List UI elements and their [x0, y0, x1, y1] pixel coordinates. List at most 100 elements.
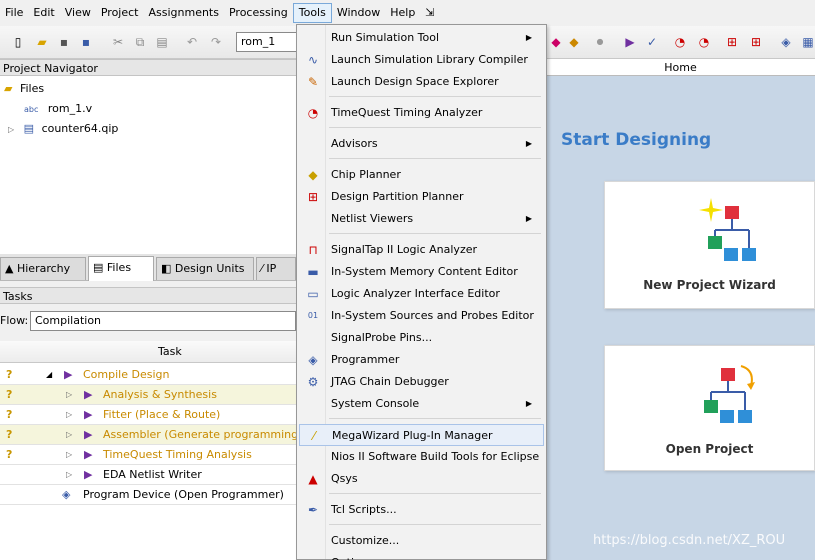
menu-item-system-console[interactable]: System Console ▶ — [299, 393, 544, 415]
home-tab[interactable]: Home — [546, 59, 815, 76]
task-row[interactable]: ▷ ▶ EDA Netlist Writer — [0, 465, 296, 485]
whats-this-icon[interactable]: ⇲ — [420, 3, 439, 23]
menu-assignments[interactable]: Assignments — [143, 3, 224, 23]
menu-item-design-partition-planner[interactable]: ⊞ Design Partition Planner — [299, 186, 544, 208]
entity-combo[interactable]: rom_1 — [236, 32, 298, 52]
menu-window[interactable]: Window — [332, 3, 385, 23]
timing-icon[interactable]: ◔ — [672, 34, 688, 50]
tab-design-units[interactable]: ◧ Design Units — [156, 257, 254, 280]
tab-label: Files — [106, 261, 132, 274]
menu-item-advisors[interactable]: Advisors ▶ — [299, 133, 544, 155]
task-row[interactable]: ◈ Program Device (Open Programmer) — [0, 485, 296, 505]
play-task-icon[interactable]: ▶ — [84, 405, 92, 425]
play-task-icon[interactable]: ▶ — [84, 425, 92, 445]
menu-view[interactable]: View — [60, 3, 96, 23]
task-row[interactable]: ? ▷ ▶ Assembler (Generate programming fi… — [0, 425, 328, 445]
column-header-task[interactable]: Task — [158, 345, 182, 358]
expand-arrow-icon[interactable]: ▷ — [66, 405, 72, 425]
redo-icon[interactable]: ↷ — [208, 34, 224, 50]
menu-tools[interactable]: Tools — [292, 3, 332, 23]
save-icon[interactable]: ▪ — [56, 34, 72, 50]
save-all-icon[interactable]: ▪ — [78, 34, 94, 50]
assembler-icon[interactable]: ◆ — [566, 34, 582, 50]
ip-icon: ⁄ — [261, 262, 263, 275]
play-task-icon[interactable]: ▶ — [84, 445, 92, 465]
menu-item-chip-planner[interactable]: ◆ Chip Planner — [299, 164, 544, 186]
menu-item-timequest-timing-analyzer[interactable]: ◔ TimeQuest Timing Analyzer — [299, 102, 544, 124]
menu-processing[interactable]: Processing — [224, 3, 293, 23]
design-units-icon: ◧ — [161, 262, 172, 275]
tree-item-files[interactable]: ▰ Files — [4, 80, 44, 98]
cut-icon[interactable]: ✂ — [110, 34, 126, 50]
expand-arrow-icon[interactable]: ▷ — [66, 445, 72, 465]
menu-item-label: Programmer — [331, 353, 400, 366]
menu-item-run-simulation-tool[interactable]: Run Simulation Tool ▶ — [299, 27, 544, 49]
task-label: Analysis & Synthesis — [103, 388, 217, 401]
programmer-tool-icon[interactable]: ◈ — [778, 34, 794, 50]
hierarchy-icon: ▲ — [5, 262, 14, 275]
stop-icon[interactable]: ● — [592, 34, 608, 50]
menu-item-label: Advisors — [331, 137, 378, 150]
menu-edit[interactable]: Edit — [28, 3, 59, 23]
menu-file[interactable]: File — [0, 3, 28, 23]
menu-item-logic-analyzer-interface[interactable]: ▭ Logic Analyzer Interface Editor — [299, 283, 544, 305]
expand-arrow-icon[interactable]: ▷ — [66, 465, 72, 485]
task-row[interactable]: ? ▷ ▶ TimeQuest Timing Analysis — [0, 445, 296, 465]
compile-tool-icon[interactable]: ◆ — [548, 34, 564, 50]
menu-item-simulation-library-compiler[interactable]: ∿ Launch Simulation Library Compiler — [299, 49, 544, 71]
open-project-label: Open Project — [665, 442, 754, 456]
open-project-card[interactable]: Open Project — [604, 345, 815, 471]
status-question-icon: ? — [6, 368, 13, 381]
analysis-icon[interactable]: ✓ — [644, 34, 660, 50]
expand-arrow-icon[interactable]: ▷ — [66, 385, 72, 405]
menu-item-memory-content-editor[interactable]: ▬ In-System Memory Content Editor — [299, 261, 544, 283]
netlist-icon[interactable]: ⊞ — [724, 34, 740, 50]
paste-icon[interactable]: ▤ — [154, 34, 170, 50]
tree-item-file[interactable]: ▷ ▤ counter64.qip — [8, 120, 118, 138]
play-task-icon[interactable]: ▶ — [84, 465, 92, 485]
menu-item-programmer[interactable]: ◈ Programmer — [299, 349, 544, 371]
chip-icon[interactable]: ⊞ — [748, 34, 764, 50]
menu-item-megawizard[interactable]: ⁄ MegaWizard Plug-In Manager — [299, 424, 544, 446]
menu-item-nios-sbt[interactable]: Nios II Software Build Tools for Eclipse — [299, 446, 544, 468]
tab-ip[interactable]: ⁄ IP — [256, 257, 296, 280]
tree-item-file[interactable]: abc rom_1.v — [24, 100, 92, 118]
menu-project[interactable]: Project — [96, 3, 144, 23]
menu-item-customize[interactable]: Customize... — [299, 530, 544, 552]
menu-item-options[interactable]: Options... — [299, 552, 544, 560]
collapse-arrow-icon[interactable]: ◢ — [46, 365, 52, 385]
timing-analyzer-icon[interactable]: ◔ — [696, 34, 712, 50]
expand-arrow-icon[interactable]: ▷ — [8, 125, 14, 134]
menu-item-design-space-explorer[interactable]: ✎ Launch Design Space Explorer — [299, 71, 544, 93]
new-project-wizard-card[interactable]: New Project Wizard — [604, 181, 815, 309]
open-folder-icon[interactable]: ▰ — [34, 34, 50, 50]
play-task-icon[interactable]: ▶ — [84, 385, 92, 405]
menu-item-qsys[interactable]: ▲ Qsys — [299, 468, 544, 490]
menu-item-label: Launch Simulation Library Compiler — [331, 53, 528, 66]
task-row[interactable]: ? ▷ ▶ Fitter (Place & Route) — [0, 405, 296, 425]
flow-select[interactable]: Compilation — [30, 311, 296, 331]
start-compilation-icon[interactable]: ▶ — [622, 34, 638, 50]
pin-planner-icon[interactable]: ▦ — [800, 34, 815, 50]
status-question-icon: ? — [6, 428, 13, 441]
menu-item-signalprobe-pins[interactable]: SignalProbe Pins... — [299, 327, 544, 349]
copy-icon[interactable]: ⧉ — [132, 34, 148, 50]
menu-item-label: System Console — [331, 397, 420, 410]
menu-item-sources-probes-editor[interactable]: 01 In-System Sources and Probes Editor — [299, 305, 544, 327]
task-row[interactable]: ? ▷ ▶ Analysis & Synthesis — [0, 385, 296, 405]
menu-help[interactable]: Help — [385, 3, 420, 23]
menu-item-netlist-viewers[interactable]: Netlist Viewers ▶ — [299, 208, 544, 230]
tab-hierarchy[interactable]: ▲ Hierarchy — [0, 257, 86, 280]
tab-files[interactable]: ▤ Files — [88, 256, 154, 281]
play-task-icon[interactable]: ▶ — [64, 365, 72, 385]
menu-item-signaltap[interactable]: ⊓ SignalTap II Logic Analyzer — [299, 239, 544, 261]
programmer-task-icon[interactable]: ◈ — [62, 485, 70, 505]
expand-arrow-icon[interactable]: ▷ — [66, 425, 72, 445]
new-file-icon[interactable]: ▯ — [10, 34, 26, 50]
tab-label: Hierarchy — [16, 262, 71, 275]
menu-item-jtag-chain-debugger[interactable]: ⚙ JTAG Chain Debugger — [299, 371, 544, 393]
task-row[interactable]: ? ◢ ▶ Compile Design — [0, 365, 296, 385]
undo-icon[interactable]: ↶ — [184, 34, 200, 50]
menu-item-tcl-scripts[interactable]: ✒ Tcl Scripts... — [299, 499, 544, 521]
task-label: Assembler (Generate programming files) — [103, 428, 329, 441]
